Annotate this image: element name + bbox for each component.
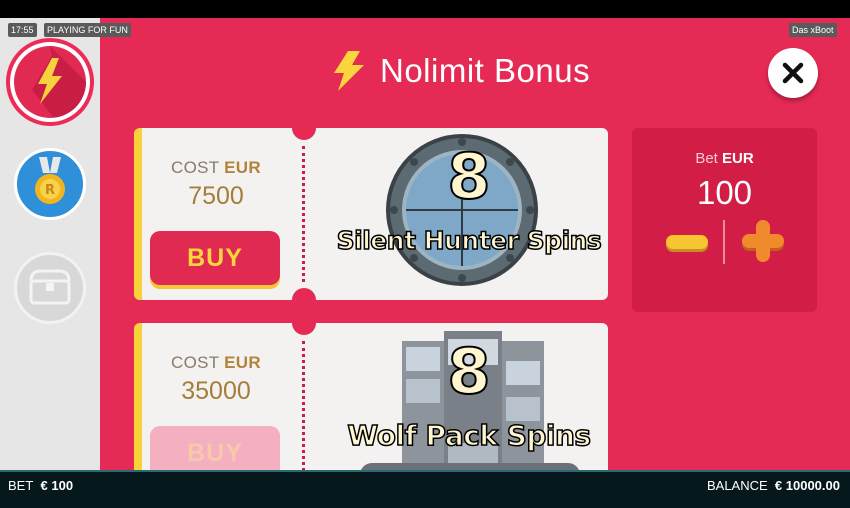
balance-display: BALANCE € 10000.00 xyxy=(707,478,840,493)
page-title: Nolimit Bonus xyxy=(380,52,591,89)
buy-button[interactable]: BUY xyxy=(150,231,280,285)
bet-currency: EUR xyxy=(722,150,754,167)
card-notch xyxy=(292,288,316,300)
cost-currency: EUR xyxy=(224,158,261,177)
bet-value: 100 xyxy=(696,174,753,211)
top-bar xyxy=(0,0,850,18)
bet-divider xyxy=(723,220,725,264)
status-bar: BET € 100 BALANCE € 10000.00 xyxy=(0,470,850,508)
feature-artwork: 8 Wolf Pack Spins xyxy=(330,323,608,470)
bet-display: BET € 100 xyxy=(8,478,73,493)
decrease-bet-button[interactable] xyxy=(666,235,708,249)
clock: 17:55 xyxy=(8,23,37,37)
close-button[interactable] xyxy=(768,48,818,98)
card-perforation xyxy=(302,341,305,470)
sidebar: R xyxy=(0,18,100,470)
cost-label: COST EUR xyxy=(171,158,261,177)
card-perforation xyxy=(302,146,305,282)
feature-spin-count: 8 xyxy=(446,139,491,214)
cost-currency: EUR xyxy=(224,353,261,372)
bet-selector: Bet EUR 100 xyxy=(632,128,817,312)
bet-label: Bet EUR xyxy=(695,150,754,167)
cost-value: 7500 xyxy=(188,182,244,210)
card-accent-stripe xyxy=(134,128,142,300)
card-notch xyxy=(292,323,316,335)
feature-name: Silent Hunter Spins xyxy=(336,225,603,256)
lightning-icon xyxy=(32,46,86,118)
bet-display-label: BET xyxy=(8,478,34,493)
bonus-offer-card: COST EUR 35000 BUY 8 Wolf Pack Spins xyxy=(134,323,608,470)
balance-label: BALANCE xyxy=(706,478,768,493)
bonus-button-face xyxy=(14,46,86,118)
feature-name: Wolf Pack Spins xyxy=(347,418,592,453)
panel-header: Nolimit Bonus xyxy=(332,50,590,92)
play-mode-label: PLAYING FOR FUN xyxy=(44,23,131,37)
plus-icon-vertical xyxy=(756,220,770,262)
card-notch xyxy=(292,128,316,140)
card-accent-stripe xyxy=(134,323,142,470)
bonus-panel: Nolimit Bonus COST EUR 7500 BUY 8 Silent… xyxy=(100,18,850,470)
cost-value: 35000 xyxy=(181,377,251,405)
game-name-label: Das xBoot xyxy=(789,23,837,37)
chest-icon xyxy=(29,269,71,305)
feature-artwork: 8 Silent Hunter Spins xyxy=(330,128,608,300)
bonus-offer-card: COST EUR 7500 BUY 8 Silent Hunter Spins xyxy=(134,128,608,300)
increase-bet-button[interactable] xyxy=(742,220,784,262)
feature-spin-count: 8 xyxy=(446,334,491,409)
svg-text:R: R xyxy=(45,183,55,198)
medal-icon: R xyxy=(35,157,65,204)
balance-value: € 10000.00 xyxy=(774,478,840,493)
lightning-icon xyxy=(334,51,364,91)
sidebar-item-chest[interactable] xyxy=(14,252,86,324)
sidebar-item-achievements[interactable]: R xyxy=(14,148,86,220)
close-icon xyxy=(782,62,804,84)
buy-button-disabled[interactable]: BUY xyxy=(150,426,280,470)
bet-display-value: € 100 xyxy=(40,478,74,493)
sidebar-item-bonus[interactable] xyxy=(6,38,94,126)
cost-label: COST EUR xyxy=(171,353,261,372)
